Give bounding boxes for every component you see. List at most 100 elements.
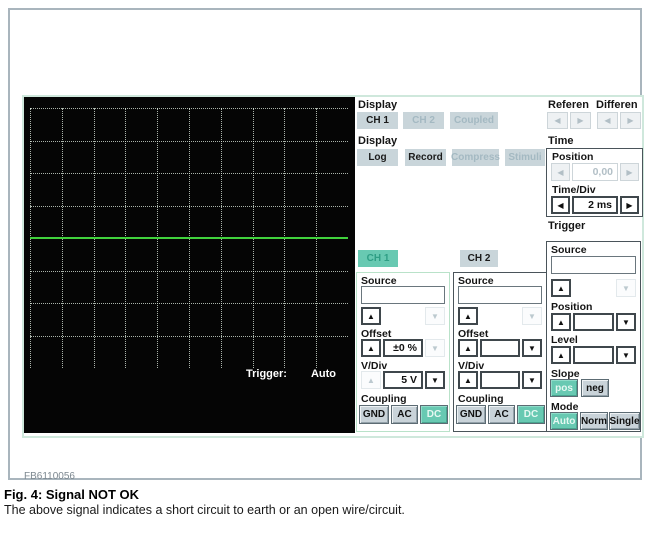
up-arrow-icon: ▲ <box>557 317 565 327</box>
ch2-coupling-dc-button[interactable]: DC <box>517 405 545 424</box>
ch1-offset-value[interactable]: ±0 % <box>383 339 423 357</box>
ch2-coupling-gnd-button[interactable]: GND <box>456 405 486 424</box>
ch1-source-input[interactable] <box>361 286 445 304</box>
trigger-source-up-button[interactable]: ▲ <box>551 279 571 297</box>
trigger-level-down-button[interactable]: ▼ <box>616 346 636 364</box>
scope-gridline-horizontal <box>30 270 348 272</box>
up-arrow-icon: ▲ <box>367 375 375 385</box>
time-panel: Position ◀ 0,00 ▶ Time/Div ◀ 2 ms ▶ <box>546 148 643 217</box>
down-arrow-icon: ▼ <box>528 375 536 385</box>
timediv-decrease-button[interactable]: ◀ <box>551 196 570 214</box>
ch1-coupling-ac-button[interactable]: AC <box>391 405 418 424</box>
up-arrow-icon: ▲ <box>557 283 565 293</box>
time-label: Time <box>548 135 574 147</box>
mode-norm-button[interactable]: Norm <box>580 412 608 430</box>
display-coupled-button: Coupled <box>450 112 498 129</box>
display-modes-label: Display <box>358 135 398 147</box>
up-arrow-icon: ▲ <box>464 343 472 353</box>
trigger-status-label: Trigger: <box>246 368 287 380</box>
timediv-label: Time/Div <box>552 184 596 196</box>
display-ch2-button: CH 2 <box>403 112 444 129</box>
left-arrow-icon: ◀ <box>557 167 564 177</box>
scope-gridline-horizontal <box>30 303 348 304</box>
trigger-position-value[interactable] <box>573 313 614 331</box>
figure-frame: Trigger: Auto Display CH 1 CH 2 Coupled … <box>8 8 644 482</box>
ch2-vdiv-value[interactable] <box>480 371 520 389</box>
trigger-panel: Source ▲ ▼ Position ▲ ▼ Level ▲ ▼ Slope … <box>546 241 641 432</box>
time-position-value: 0,00 <box>572 163 618 181</box>
left-arrow-icon: ◀ <box>604 116 611 125</box>
trigger-source-label: Source <box>551 244 587 256</box>
trigger-label: Trigger <box>548 220 586 232</box>
ch2-source-up-button[interactable]: ▲ <box>458 307 478 325</box>
oscilloscope-app-window: Trigger: Auto Display CH 1 CH 2 Coupled … <box>22 95 644 438</box>
trigger-level-up-button[interactable]: ▲ <box>551 346 571 364</box>
ch1-offset-down-button: ▼ <box>425 339 445 357</box>
up-arrow-icon: ▲ <box>464 375 472 385</box>
up-arrow-icon: ▲ <box>367 343 375 353</box>
scope-gridline-horizontal <box>30 205 348 207</box>
scope-gridline-horizontal <box>30 108 348 109</box>
display-ch1-button[interactable]: CH 1 <box>357 112 398 129</box>
mode-single-button[interactable]: Single <box>609 412 640 430</box>
trigger-level-label: Level <box>551 334 578 346</box>
right-arrow-icon: ▶ <box>627 116 634 125</box>
ch1-source-down-button: ▼ <box>425 307 445 325</box>
ch1-coupling-dc-button[interactable]: DC <box>420 405 448 424</box>
scope-trace <box>30 237 348 239</box>
up-arrow-icon: ▲ <box>464 311 472 321</box>
differential-next-button: ▶ <box>620 112 641 129</box>
ch1-offset-up-button[interactable]: ▲ <box>361 339 381 357</box>
log-button[interactable]: Log <box>357 149 398 166</box>
trigger-position-label: Position <box>551 301 593 313</box>
ch1-panel: Source ▲ ▼ Offset ▲ ±0 % ▼ V/Div ▲ 5 V ▼… <box>356 272 450 432</box>
trigger-position-down-button[interactable]: ▼ <box>616 313 636 331</box>
ch2-vdiv-up-button[interactable]: ▲ <box>458 371 478 389</box>
ch1-coupling-gnd-button[interactable]: GND <box>359 405 389 424</box>
down-arrow-icon: ▼ <box>622 317 630 327</box>
ch1-vdiv-down-button[interactable]: ▼ <box>425 371 445 389</box>
ch2-coupling-label: Coupling <box>458 393 504 405</box>
timediv-increase-button[interactable]: ▶ <box>620 196 639 214</box>
scope-gridline-horizontal <box>30 173 348 174</box>
trigger-status: Trigger: Auto <box>246 368 336 380</box>
differential-prev-button: ◀ <box>597 112 618 129</box>
ch1-coupling-label: Coupling <box>361 393 407 405</box>
ch1-source-up-button[interactable]: ▲ <box>361 307 381 325</box>
down-arrow-icon: ▼ <box>528 311 536 321</box>
trigger-position-up-button[interactable]: ▲ <box>551 313 571 331</box>
up-arrow-icon: ▲ <box>367 311 375 321</box>
time-position-increase-button: ▶ <box>620 163 639 181</box>
timediv-value[interactable]: 2 ms <box>572 196 618 214</box>
trigger-source-down-button: ▼ <box>616 279 636 297</box>
down-arrow-icon: ▼ <box>622 350 630 360</box>
scope-display: Trigger: Auto <box>24 97 355 433</box>
ch1-vdiv-value[interactable]: 5 V <box>383 371 423 389</box>
scope-grid <box>30 108 348 368</box>
slope-neg-button[interactable]: neg <box>581 379 609 397</box>
ch2-coupling-ac-button[interactable]: AC <box>488 405 515 424</box>
down-arrow-icon: ▼ <box>622 283 630 293</box>
ch2-vdiv-down-button[interactable]: ▼ <box>522 371 542 389</box>
ch2-offset-down-button[interactable]: ▼ <box>522 339 542 357</box>
tab-ch1[interactable]: CH 1 <box>358 250 398 267</box>
reference-prev-button: ◀ <box>547 112 568 129</box>
trigger-status-value: Auto <box>310 368 336 380</box>
up-arrow-icon: ▲ <box>557 350 565 360</box>
trigger-source-input[interactable] <box>551 256 636 274</box>
ch2-offset-value[interactable] <box>480 339 520 357</box>
record-button[interactable]: Record <box>405 149 446 166</box>
image-code: FB6110056 <box>24 471 75 482</box>
down-arrow-icon: ▼ <box>431 343 439 353</box>
tab-ch2[interactable]: CH 2 <box>460 250 498 267</box>
reference-next-button: ▶ <box>570 112 591 129</box>
mode-auto-button[interactable]: Auto <box>550 412 578 430</box>
scope-gridline-horizontal <box>30 140 348 142</box>
slope-pos-button[interactable]: pos <box>550 379 578 397</box>
ch2-panel: Source ▲ ▼ Offset ▲ ▼ V/Div ▲ ▼ Coupling… <box>453 272 547 432</box>
right-arrow-icon: ▶ <box>626 200 633 210</box>
ch2-source-input[interactable] <box>458 286 542 304</box>
time-position-label: Position <box>552 151 594 163</box>
ch2-offset-up-button[interactable]: ▲ <box>458 339 478 357</box>
trigger-level-value[interactable] <box>573 346 614 364</box>
